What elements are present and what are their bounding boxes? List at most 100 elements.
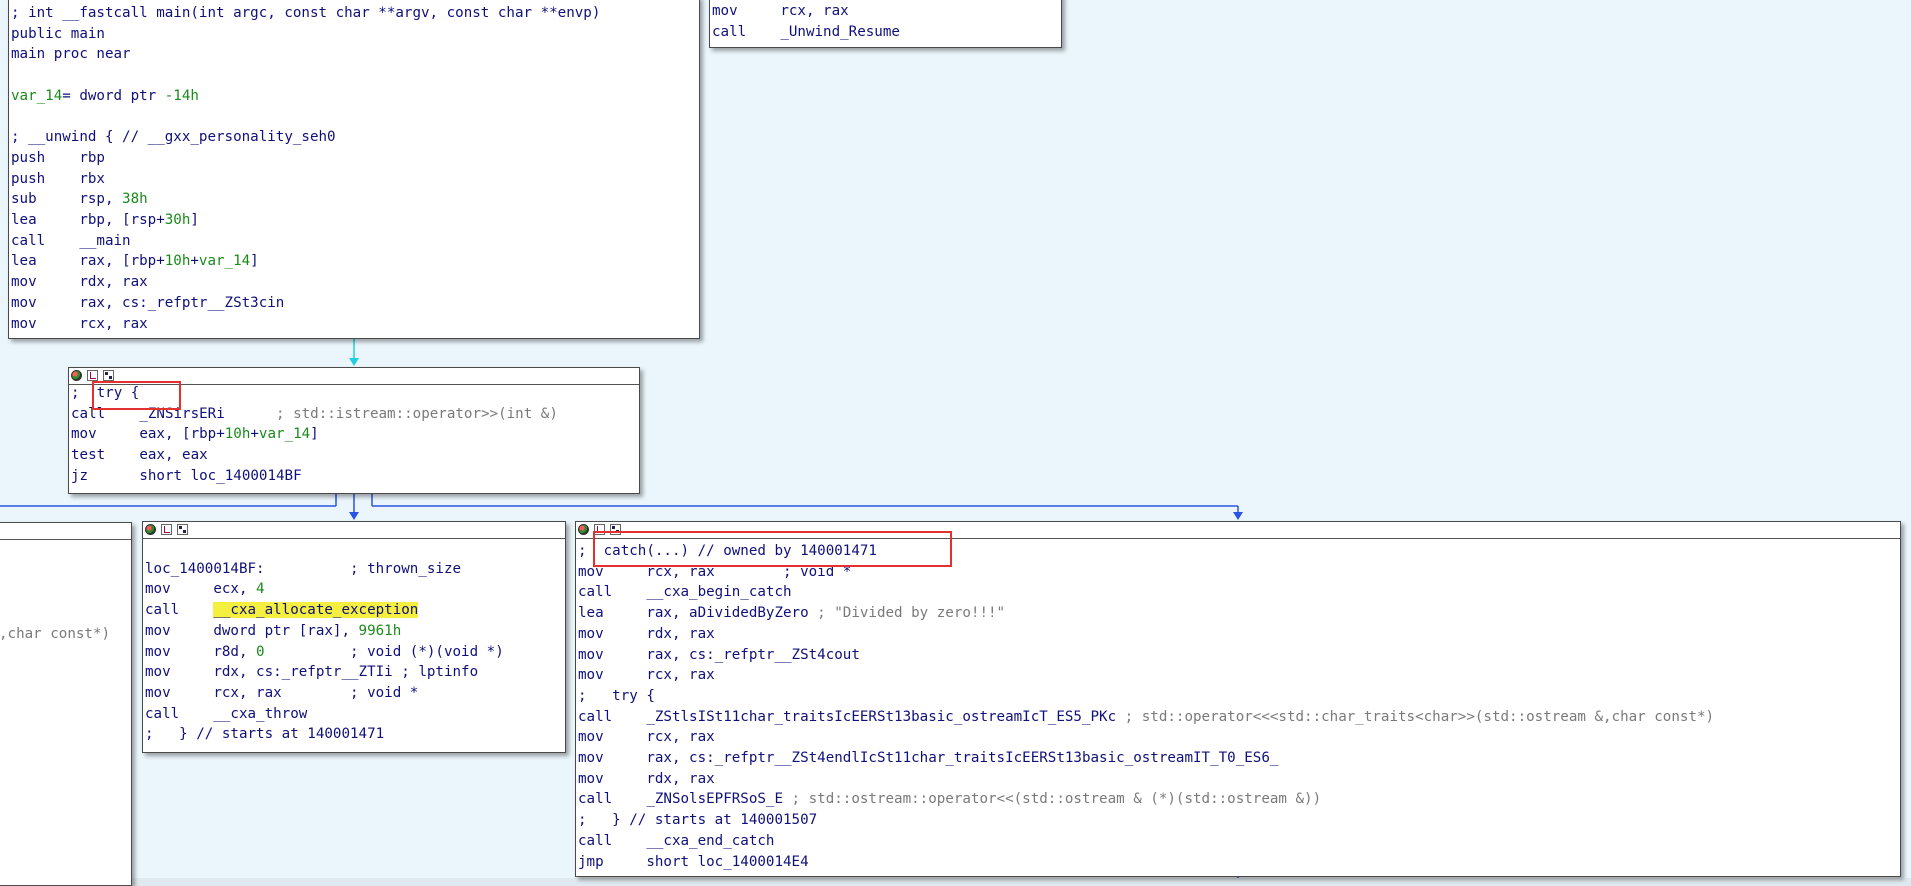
- code-line[interactable]: call __cxa_throw: [145, 706, 307, 723]
- node-main[interactable]: ; int __fastcall main(int argc, const ch…: [8, 0, 700, 339]
- code-token: call _Unwind_Resume: [712, 23, 900, 40]
- code-token: ; void (*)(void *): [264, 643, 504, 660]
- code-line[interactable]: mov rcx, rax ; void *: [578, 564, 851, 581]
- code-token: ]: [310, 426, 319, 443]
- code-line[interactable]: call _ZNSirsERi ; std::istream::operator…: [71, 406, 558, 423]
- code-line[interactable]: push rbp: [11, 150, 105, 167]
- code-token: 38h: [122, 191, 148, 208]
- code-token: var_14: [198, 253, 251, 270]
- code-token: mov rdx, rax: [578, 625, 715, 642]
- code-line[interactable]: jz short loc_1400014BF: [71, 468, 302, 485]
- code-token: ; int __fastcall main(int argc, const ch…: [11, 5, 601, 21]
- code-line[interactable]: mov eax, [rbp+10h+var_14]: [71, 426, 319, 443]
- code-line[interactable]: mov r8d, 0 ; void (*)(void *): [145, 644, 504, 661]
- code-line[interactable]: mov rdx, rax: [578, 626, 715, 643]
- code-line[interactable]: ; int __fastcall main(int argc, const ch…: [11, 5, 600, 22]
- code-line[interactable]: mov rax, cs:_refptr__ZSt4endlIcSt11char_…: [578, 750, 1278, 767]
- code-line[interactable]: call _ZStlsISt11char_traitsIcEERSt13basi…: [578, 709, 1714, 726]
- node-unwind-resume[interactable]: mov rcx, rax call _Unwind_Resume: [709, 0, 1062, 48]
- code-line[interactable]: ,char const*): [0, 626, 110, 643]
- code-token: +: [250, 426, 259, 443]
- code-token: main proc near: [11, 46, 131, 63]
- code-token: ; std::ostream::operator<<(std::ostream …: [791, 791, 1322, 808]
- code-lines: ; int __fastcall main(int argc, const ch…: [9, 0, 699, 338]
- code-lines: ,char const*): [0, 523, 131, 885]
- node-throw[interactable]: loc_1400014BF: ; thrown_sizemov ecx, 4 ca…: [142, 521, 566, 753]
- code-token: ; try {: [71, 385, 140, 401]
- code-token: call _ZNSolsEPFRSoS_E: [578, 791, 792, 808]
- code-line[interactable]: mov ecx, 4: [145, 581, 265, 598]
- code-line[interactable]: mov rcx, rax: [578, 729, 715, 746]
- code-token: 30h: [164, 212, 191, 228]
- code-token: ]: [190, 212, 199, 228]
- code-line[interactable]: jmp short loc_1400014E4: [578, 854, 809, 871]
- code-token: ; std::operator<<<std::char_traits<char>…: [1124, 708, 1715, 725]
- code-token: mov rcx, rax: [712, 3, 849, 19]
- code-token: call _ZNSirsERi: [71, 405, 276, 422]
- code-token: mov rcx, rax: [578, 729, 715, 746]
- code-token: public main: [11, 25, 105, 42]
- code-token: mov rcx, rax: [578, 667, 715, 684]
- code-line[interactable]: ; } // starts at 140001507: [578, 812, 817, 829]
- code-line[interactable]: main proc near: [11, 46, 131, 63]
- code-token: ; catch(...) // owned by 140001471: [578, 543, 877, 559]
- bottom-strip: [0, 878, 1911, 886]
- code-token: ; } // starts at 140001507: [578, 812, 818, 829]
- code-line[interactable]: var_14= dword ptr -14h: [11, 88, 199, 105]
- code-line[interactable]: mov rcx, rax: [712, 3, 849, 20]
- code-lines: mov rcx, rax call _Unwind_Resume: [710, 0, 1061, 47]
- code-token: call __cxa_throw: [145, 705, 308, 722]
- code-line[interactable]: mov dword ptr [rax], 9961h: [145, 623, 401, 640]
- code-line[interactable]: test eax, eax: [71, 447, 208, 464]
- code-line[interactable]: ; } // starts at 140001471: [145, 726, 384, 743]
- code-line[interactable]: loc_1400014BF: ; thrown_size: [145, 561, 461, 578]
- code-line[interactable]: call __main: [11, 233, 131, 250]
- code-line[interactable]: mov rdx, cs:_refptr__ZTIi ; lptinfo: [145, 664, 478, 681]
- code-line[interactable]: public main: [11, 26, 105, 43]
- code-line[interactable]: call __cxa_allocate_exception: [145, 602, 419, 619]
- code-token: jz short loc_1400014BF: [71, 467, 302, 484]
- code-line[interactable]: call __cxa_end_catch: [578, 833, 774, 850]
- code-line[interactable]: lea rax, aDividedByZero ; "Divided by ze…: [578, 605, 1005, 622]
- code-token: mov rcx, rax ; void *: [578, 563, 852, 580]
- code-line[interactable]: push rbx: [11, 171, 105, 188]
- node-catch[interactable]: ; catch(...) // owned by 140001471 mov rc…: [575, 521, 1901, 877]
- code-line[interactable]: lea rbp, [rsp+30h]: [11, 212, 199, 229]
- code-token: mov rcx, rax ; void *: [145, 684, 419, 701]
- code-token: 0: [256, 643, 265, 660]
- code-lines: ; catch(...) // owned by 140001471 mov rc…: [576, 522, 1900, 876]
- code-token: var_14: [11, 87, 63, 104]
- code-line[interactable]: sub rsp, 38h: [11, 191, 148, 208]
- node-left-partial[interactable]: ,char const*): [0, 522, 132, 886]
- code-token: ]: [250, 253, 259, 270]
- code-token: push rbp: [11, 149, 105, 166]
- code-token: call: [145, 602, 214, 619]
- code-line[interactable]: call _Unwind_Resume: [712, 24, 900, 41]
- code-line[interactable]: mov rax, cs:_refptr__ZSt4cout: [578, 647, 860, 664]
- code-line[interactable]: ; try {: [578, 688, 655, 705]
- code-lines: ; try {call _ZNSirsERi ; std::istream::o…: [69, 368, 639, 493]
- code-line[interactable]: ; __unwind { // __gxx_personality_seh0: [11, 129, 336, 146]
- code-token: call _ZStlsISt11char_traitsIcEERSt13basi…: [578, 708, 1125, 725]
- code-line[interactable]: mov rax, cs:_refptr__ZSt3cin: [11, 295, 284, 312]
- code-token: mov rdx, rax: [578, 770, 715, 787]
- code-line[interactable]: mov rcx, rax ; void *: [145, 685, 418, 702]
- code-line[interactable]: mov rcx, rax: [578, 667, 715, 684]
- code-token: var_14: [258, 426, 311, 443]
- code-token: call __main: [11, 232, 131, 249]
- node-try[interactable]: ; try {call _ZNSirsERi ; std::istream::o…: [68, 367, 640, 494]
- code-line[interactable]: ; catch(...) // owned by 140001471: [578, 543, 877, 560]
- code-line[interactable]: call _ZNSolsEPFRSoS_E ; std::ostream::op…: [578, 791, 1321, 808]
- code-line[interactable]: mov rdx, rax: [11, 274, 148, 291]
- code-token: -14h: [164, 87, 199, 104]
- code-line[interactable]: mov rcx, rax: [11, 316, 148, 333]
- code-token: lea rax, [rbp+: [11, 253, 165, 270]
- code-token: ; } // starts at 140001471: [145, 726, 385, 743]
- code-line[interactable]: ; try {: [71, 385, 139, 402]
- code-token: push rbx: [11, 170, 105, 187]
- code-line[interactable]: mov rdx, rax: [578, 771, 715, 788]
- code-line[interactable]: lea rax, [rbp+10h+var_14]: [11, 253, 259, 270]
- edge-try-throw-arrow: [349, 512, 359, 520]
- code-token: test eax, eax: [71, 447, 208, 464]
- code-line[interactable]: call __cxa_begin_catch: [578, 584, 792, 601]
